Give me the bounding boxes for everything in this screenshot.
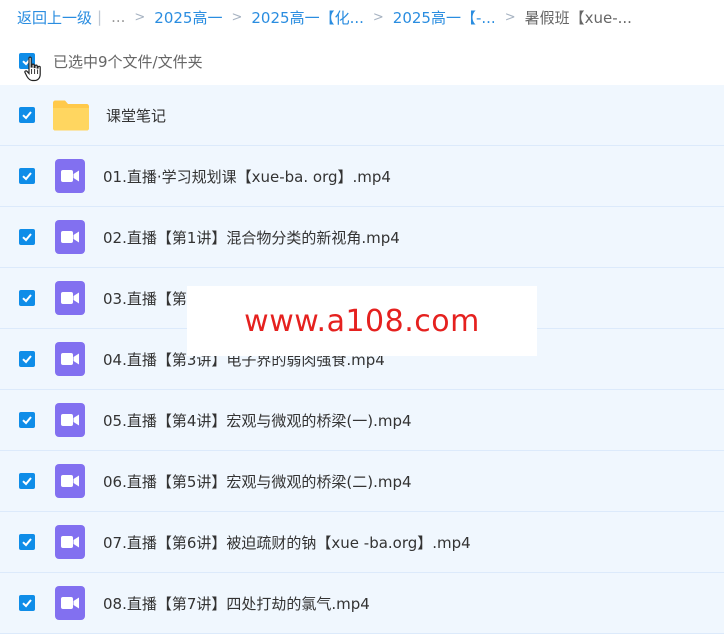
list-item[interactable]: 06.直播【第5讲】宏观与微观的桥梁(二).mp4 (0, 451, 724, 512)
check-icon (22, 599, 32, 608)
check-icon (22, 538, 32, 547)
hand-cursor-icon (24, 56, 41, 82)
breadcrumb: 返回上一级 | ... > 2025高一 > 2025高一【化... > 202… (0, 0, 724, 34)
list-item[interactable]: 05.直播【第4讲】宏观与微观的桥梁(一).mp4 (0, 390, 724, 451)
file-name[interactable]: 03.直播【第 (103, 288, 187, 309)
watermark-overlay: www.a108.com (187, 286, 537, 356)
video-file-icon (55, 525, 85, 559)
video-file-icon (55, 281, 85, 315)
selection-count: 已选中9个文件/文件夹 (53, 52, 203, 71)
row-checkbox[interactable] (19, 290, 35, 306)
video-file-icon (55, 464, 85, 498)
select-all-row: 已选中9个文件/文件夹 (0, 44, 724, 78)
list-item[interactable]: 01.直播·学习规划课【xue-ba. org】.mp4 (0, 146, 724, 207)
row-checkbox[interactable] (19, 473, 35, 489)
file-list: 课堂笔记 01.直播·学习规划课【xue-ba. org】.mp4 02.直播【… (0, 85, 724, 634)
row-checkbox[interactable] (19, 595, 35, 611)
file-name[interactable]: 课堂笔记 (106, 105, 166, 126)
folder-icon (51, 97, 91, 133)
breadcrumb-ellipsis[interactable]: ... (111, 8, 125, 26)
row-checkbox[interactable] (19, 168, 35, 184)
video-file-icon (55, 586, 85, 620)
file-name[interactable]: 07.直播【第6讲】被迫疏财的钠【xue -ba.org】.mp4 (103, 532, 471, 553)
breadcrumb-item[interactable]: 2025高一 (154, 7, 222, 28)
check-icon (22, 294, 32, 303)
check-icon (22, 416, 32, 425)
file-name[interactable]: 02.直播【第1讲】混合物分类的新视角.mp4 (103, 227, 400, 248)
file-name[interactable]: 05.直播【第4讲】宏观与微观的桥梁(一).mp4 (103, 410, 412, 431)
video-file-icon (55, 220, 85, 254)
check-icon (22, 355, 32, 364)
video-file-icon (55, 403, 85, 437)
row-checkbox[interactable] (19, 107, 35, 123)
chevron-right-icon: > (504, 9, 516, 25)
file-name[interactable]: 01.直播·学习规划课【xue-ba. org】.mp4 (103, 166, 391, 187)
chevron-right-icon: > (372, 9, 384, 25)
check-icon (22, 233, 32, 242)
watermark-text: www.a108.com (244, 303, 480, 339)
file-browser: 返回上一级 | ... > 2025高一 > 2025高一【化... > 202… (0, 0, 724, 643)
breadcrumb-separator: | (97, 8, 103, 26)
chevron-right-icon: > (231, 9, 243, 25)
list-item[interactable]: 08.直播【第7讲】四处打劫的氯气.mp4 (0, 573, 724, 634)
check-icon (22, 477, 32, 486)
breadcrumb-item[interactable]: 2025高一【化... (251, 7, 363, 28)
video-file-icon (55, 342, 85, 376)
file-name[interactable]: 08.直播【第7讲】四处打劫的氯气.mp4 (103, 593, 370, 614)
breadcrumb-item[interactable]: 2025高一【-... (393, 7, 496, 28)
row-checkbox[interactable] (19, 534, 35, 550)
video-file-icon (55, 159, 85, 193)
chevron-right-icon: > (134, 9, 146, 25)
row-checkbox[interactable] (19, 412, 35, 428)
list-item[interactable]: 02.直播【第1讲】混合物分类的新视角.mp4 (0, 207, 724, 268)
check-icon (22, 111, 32, 120)
row-checkbox[interactable] (19, 229, 35, 245)
list-item[interactable]: 课堂笔记 (0, 85, 724, 146)
back-link[interactable]: 返回上一级 (17, 7, 92, 28)
list-item[interactable]: 07.直播【第6讲】被迫疏财的钠【xue -ba.org】.mp4 (0, 512, 724, 573)
breadcrumb-current: 暑假班【xue-... (524, 8, 632, 27)
check-icon (22, 172, 32, 181)
file-name[interactable]: 06.直播【第5讲】宏观与微观的桥梁(二).mp4 (103, 471, 412, 492)
row-checkbox[interactable] (19, 351, 35, 367)
